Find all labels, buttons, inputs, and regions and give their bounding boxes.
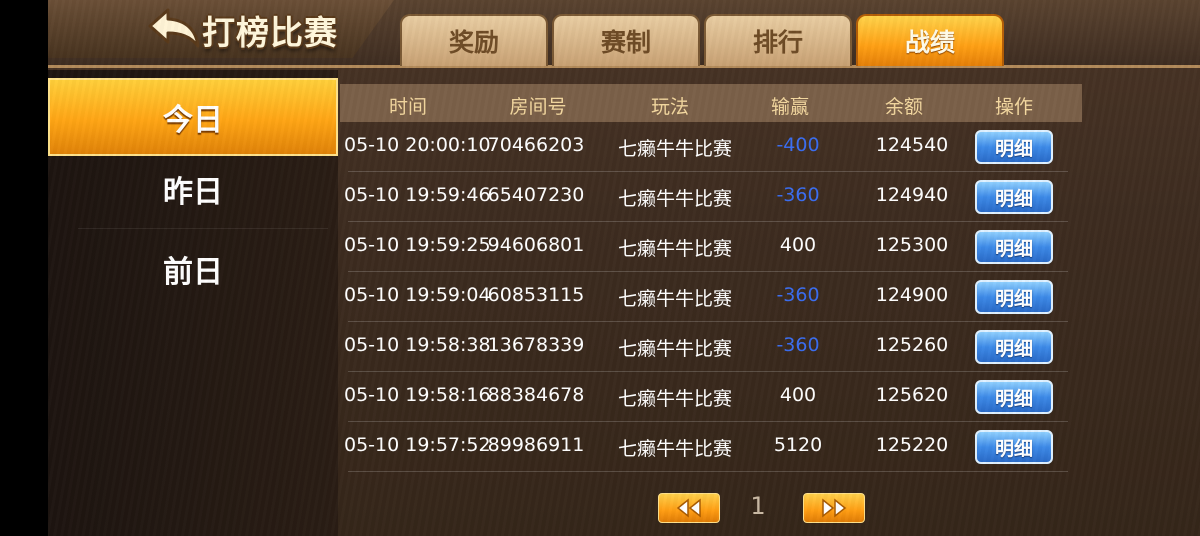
sidebar-divider bbox=[78, 228, 328, 229]
detail-button[interactable]: 明细 bbox=[975, 130, 1053, 164]
column-header-time: 时间 bbox=[388, 96, 427, 118]
cell-mode: 七癞牛牛比赛 bbox=[617, 188, 732, 210]
cell-result: 400 bbox=[779, 384, 817, 406]
cell-result: 400 bbox=[779, 234, 817, 256]
cell-mode: 七癞牛牛比赛 bbox=[617, 138, 732, 160]
cell-balance: 125260 bbox=[875, 334, 949, 356]
column-header-mode: 玩法 bbox=[650, 96, 689, 118]
cell-time: 05-10 19:57:52 bbox=[344, 434, 491, 456]
table-row: 05-10 20:00:10 70466203 七癞牛牛比赛 -400 124540 明细 bbox=[344, 122, 1068, 172]
detail-button[interactable]: 明细 bbox=[975, 330, 1053, 364]
tab-ranking[interactable]: 排行 bbox=[704, 14, 852, 66]
page-number: 1 bbox=[750, 492, 766, 520]
detail-button[interactable]: 明细 bbox=[975, 180, 1053, 214]
cell-time: 05-10 20:00:10 bbox=[344, 134, 491, 156]
sidebar-item-today[interactable]: 今日 bbox=[48, 78, 338, 156]
table-header: 时间 房间号 玩法 输赢 余额 操作 bbox=[340, 84, 1082, 122]
column-header-balance: 余额 bbox=[884, 96, 923, 118]
cell-mode: 七癞牛牛比赛 bbox=[617, 238, 732, 260]
cell-room: 70466203 bbox=[487, 134, 585, 156]
tab-records[interactable]: 战绩 bbox=[856, 14, 1004, 66]
detail-button[interactable]: 明细 bbox=[975, 280, 1053, 314]
cell-result: -360 bbox=[776, 184, 820, 206]
cell-balance: 125300 bbox=[875, 234, 949, 256]
cell-time: 05-10 19:58:16 bbox=[344, 384, 491, 406]
table-row: 05-10 19:59:04 60853115 七癞牛牛比赛 -360 124900 明细 bbox=[344, 272, 1068, 322]
cell-time: 05-10 19:59:25 bbox=[344, 234, 491, 256]
cell-mode: 七癞牛牛比赛 bbox=[617, 438, 732, 460]
cell-room: 89986911 bbox=[487, 434, 585, 456]
cell-mode: 七癞牛牛比赛 bbox=[617, 288, 732, 310]
prev-page-button[interactable] bbox=[658, 493, 720, 523]
next-page-button[interactable] bbox=[803, 493, 865, 523]
detail-button[interactable]: 明细 bbox=[975, 230, 1053, 264]
sidebar-item-yesterday[interactable]: 昨日 bbox=[48, 150, 338, 228]
cell-balance: 124900 bbox=[875, 284, 949, 306]
table-row: 05-10 19:58:38 13678339 七癞牛牛比赛 -360 125260 明细 bbox=[344, 322, 1068, 372]
detail-button[interactable]: 明细 bbox=[975, 430, 1053, 464]
cell-room: 94606801 bbox=[487, 234, 585, 256]
cell-result: -360 bbox=[776, 334, 820, 356]
tab-rules[interactable]: 赛制 bbox=[552, 14, 700, 66]
column-header-result: 输赢 bbox=[770, 96, 809, 118]
records-table: 时间 房间号 玩法 输赢 余额 操作 05-10 20:00:10 7046620… bbox=[340, 84, 1082, 474]
cell-mode: 七癞牛牛比赛 bbox=[617, 338, 732, 360]
cell-balance: 124940 bbox=[875, 184, 949, 206]
back-arrow-icon[interactable] bbox=[146, 6, 202, 50]
cell-room: 60853115 bbox=[487, 284, 585, 306]
cell-mode: 七癞牛牛比赛 bbox=[617, 388, 732, 410]
table-row: 05-10 19:59:46 65407230 七癞牛牛比赛 -360 124940 明细 bbox=[344, 172, 1068, 222]
double-left-arrow-icon bbox=[676, 498, 701, 518]
double-right-arrow-icon bbox=[822, 498, 847, 518]
cell-room: 65407230 bbox=[487, 184, 585, 206]
cell-result: -400 bbox=[776, 134, 820, 156]
cell-time: 05-10 19:59:04 bbox=[344, 284, 491, 306]
cell-balance: 125220 bbox=[875, 434, 949, 456]
cell-balance: 125620 bbox=[875, 384, 949, 406]
page-title: 打榜比赛 bbox=[202, 13, 338, 52]
date-sidebar: 今日 昨日 前日 bbox=[48, 70, 338, 536]
table-row: 05-10 19:59:25 94606801 七癞牛牛比赛 400 125300 明细 bbox=[344, 222, 1068, 272]
column-header-room: 房间号 bbox=[509, 96, 567, 118]
cell-balance: 124540 bbox=[875, 134, 949, 156]
table-row: 05-10 19:57:52 89986911 七癞牛牛比赛 5120 125220 明细 bbox=[344, 422, 1068, 472]
detail-button[interactable]: 明细 bbox=[975, 380, 1053, 414]
cell-result: 5120 bbox=[773, 434, 823, 456]
table-row: 05-10 19:58:16 88384678 七癞牛牛比赛 400 125620 明细 bbox=[344, 372, 1068, 422]
tab-rewards[interactable]: 奖励 bbox=[400, 14, 548, 66]
cell-result: -360 bbox=[776, 284, 820, 306]
sidebar-item-day-before[interactable]: 前日 bbox=[48, 230, 338, 308]
cell-room: 88384678 bbox=[487, 384, 585, 406]
game-panel: 打榜比赛 奖励 赛制 排行 战绩 今日 昨日 前日 时间 房间号 玩法 输赢 余… bbox=[48, 0, 1200, 536]
cell-time: 05-10 19:58:38 bbox=[344, 334, 491, 356]
cell-room: 13678339 bbox=[487, 334, 585, 356]
column-header-action: 操作 bbox=[994, 96, 1033, 118]
header-bar: 打榜比赛 奖励 赛制 排行 战绩 bbox=[48, 0, 1200, 68]
cell-time: 05-10 19:59:46 bbox=[344, 184, 491, 206]
